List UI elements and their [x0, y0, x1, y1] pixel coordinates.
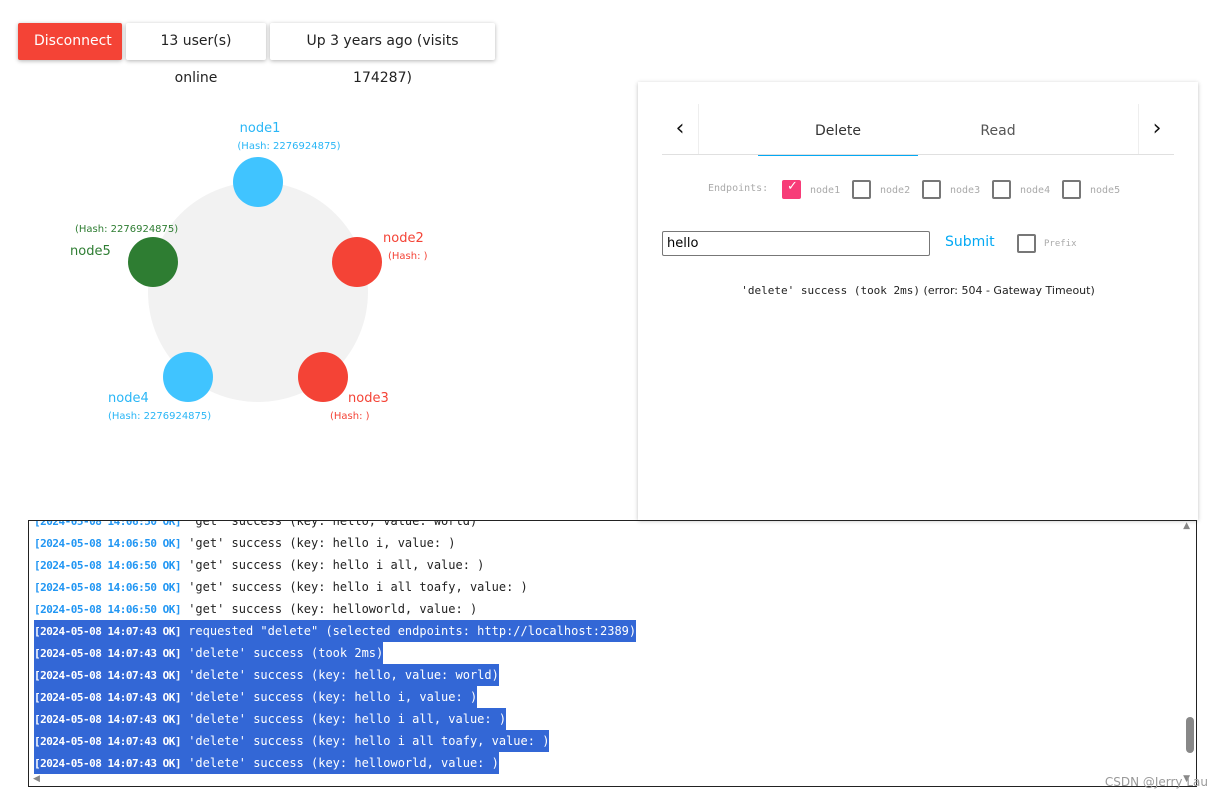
log-message: 'delete' success (key: hello i all toafy…	[188, 734, 550, 748]
node-label: node2	[383, 231, 424, 246]
node-circle-node2[interactable]	[332, 237, 382, 287]
log-timestamp: [2024-05-08 14:07:43 OK]	[34, 757, 181, 770]
log-timestamp: [2024-05-08 14:07:43 OK]	[34, 669, 181, 682]
endpoint-label: node5	[1090, 185, 1121, 196]
log-line: [2024-05-08 14:07:43 OK] 'delete' succes…	[34, 642, 384, 664]
result-status: 'delete' success (took 2ms)	[741, 284, 921, 297]
endpoint-checkbox-node2[interactable]	[852, 180, 871, 199]
endpoint-checkbox-node5[interactable]	[1062, 180, 1081, 199]
log-timestamp: [2024-05-08 14:06:50 OK]	[34, 559, 181, 572]
log-timestamp: [2024-05-08 14:07:43 OK]	[34, 691, 181, 704]
result-message: 'delete' success (took 2ms) (error: 504 …	[638, 284, 1198, 297]
endpoint-checkbox-node3[interactable]	[922, 180, 941, 199]
log-line: [2024-05-08 14:06:50 OK] 'get' success (…	[34, 576, 528, 598]
log-message: 'get' success (key: helloworld, value: )	[188, 602, 478, 616]
chevron-right-icon[interactable]: ›	[1138, 104, 1175, 154]
log-timestamp: [2024-05-08 14:06:50 OK]	[34, 520, 181, 528]
submit-button[interactable]: Submit	[945, 234, 995, 250]
log-line: [2024-05-08 14:06:50 OK] 'get' success (…	[34, 532, 456, 554]
vertical-scrollbar[interactable]	[1186, 717, 1194, 753]
log-message: 'get' success (key: hello i all, value: …	[188, 558, 485, 572]
cluster-diagram: node1 (Hash: 2276924875) node2 (Hash: ) node…	[70, 121, 428, 422]
endpoints-label: Endpoints:	[708, 183, 769, 194]
chevron-left-icon[interactable]: ‹	[662, 104, 699, 154]
log-line: [2024-05-08 14:07:43 OK] 'delete' succes…	[34, 708, 507, 730]
log-timestamp: [2024-05-08 14:07:43 OK]	[34, 647, 181, 660]
node-label: node4	[108, 391, 149, 406]
operations-panel: ‹ › Delete Read Endpoints: ✓ node1 node2 no…	[638, 82, 1198, 520]
log-message: 'delete' success (key: hello i, value: )	[188, 690, 478, 704]
log-message: 'get' success (key: hello i, value: )	[188, 536, 456, 550]
node-label: node1	[240, 121, 281, 136]
node-circle-node5[interactable]	[128, 237, 178, 287]
key-input[interactable]	[662, 231, 930, 256]
node-hash: (Hash: )	[330, 411, 370, 422]
log-line: [2024-05-08 14:07:43 OK] 'delete' succes…	[34, 664, 499, 686]
node-hash: (Hash: 2276924875)	[108, 411, 211, 422]
endpoint-label: node1	[810, 185, 841, 196]
watermark: CSDN @Jerry Lau	[1104, 775, 1208, 789]
log-message: 'delete' success (key: helloworld, value…	[188, 756, 499, 770]
tab-read[interactable]: Read	[918, 110, 1078, 154]
check-icon: ✓	[787, 179, 798, 194]
log-message: 'delete' success (took 2ms)	[188, 646, 384, 660]
node-hash: (Hash: )	[388, 251, 428, 262]
log-line: [2024-05-08 14:07:43 OK] 'delete' succes…	[34, 752, 499, 774]
log-message: 'get' success (key: hello i all toafy, v…	[188, 580, 528, 594]
log-line: [2024-05-08 14:07:43 OK] 'delete' succes…	[34, 730, 550, 752]
scroll-left-icon[interactable]: ◀	[33, 774, 40, 784]
endpoint-checkbox-node1[interactable]: ✓	[782, 179, 801, 199]
result-error: (error: 504 - Gateway Timeout)	[923, 284, 1095, 297]
endpoint-checkbox-node4[interactable]	[992, 180, 1011, 199]
tab-delete[interactable]: Delete	[758, 110, 918, 156]
endpoint-label: node2	[880, 185, 911, 196]
tab-divider	[662, 154, 1174, 155]
log-timestamp: [2024-05-08 14:07:43 OK]	[34, 713, 181, 726]
log-line: [2024-05-08 14:06:50 OK] 'get' success (…	[34, 598, 477, 620]
log-message: 'get' success (key: hello, value: world)	[188, 520, 478, 528]
log-line: [2024-05-08 14:07:43 OK] requested "dele…	[34, 620, 637, 642]
log-line: [2024-05-08 14:07:43 OK] 'delete' succes…	[34, 686, 478, 708]
log-timestamp: [2024-05-08 14:06:50 OK]	[34, 581, 181, 594]
prefix-label: Prefix	[1044, 239, 1077, 249]
node-label: node3	[348, 391, 389, 406]
log-message: 'delete' success (key: hello, value: wor…	[188, 668, 499, 682]
log-line: [2024-05-08 14:06:50 OK] 'get' success (…	[34, 554, 484, 576]
log-console[interactable]: [2024-05-08 14:06:50 OK] 'get' success (…	[28, 520, 1197, 787]
prefix-checkbox[interactable]	[1017, 234, 1036, 253]
node-circle-node3[interactable]	[298, 352, 348, 402]
node-circle-node4[interactable]	[163, 352, 213, 402]
node-label: node5	[70, 244, 111, 259]
log-message: 'delete' success (key: hello i all, valu…	[188, 712, 507, 726]
node-hash: (Hash: 2276924875)	[75, 224, 178, 235]
log-line: [2024-05-08 14:06:50 OK] 'get' success (…	[34, 520, 478, 532]
log-timestamp: [2024-05-08 14:06:50 OK]	[34, 537, 181, 550]
endpoint-label: node4	[1020, 185, 1051, 196]
log-timestamp: [2024-05-08 14:06:50 OK]	[34, 603, 181, 616]
node-hash: (Hash: 2276924875)	[237, 141, 340, 152]
scroll-up-icon[interactable]: ▲	[1183, 521, 1190, 531]
log-timestamp: [2024-05-08 14:07:43 OK]	[34, 625, 181, 638]
log-message: requested "delete" (selected endpoints: …	[188, 624, 637, 638]
endpoint-label: node3	[950, 185, 981, 196]
log-timestamp: [2024-05-08 14:07:43 OK]	[34, 735, 181, 748]
node-circle-node1[interactable]	[233, 157, 283, 207]
